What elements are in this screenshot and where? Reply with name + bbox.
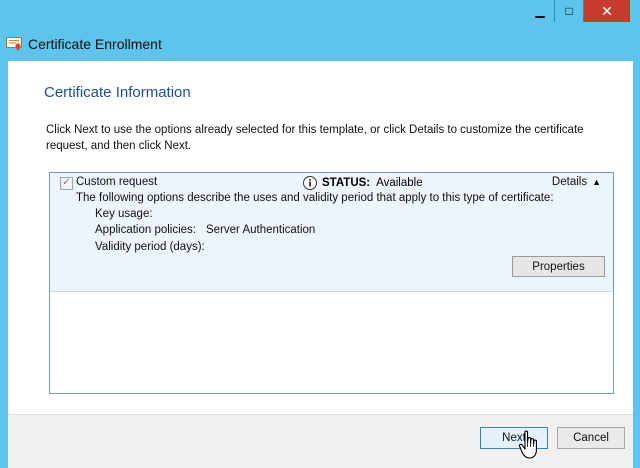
request-details-section: ✓ Custom request STATUS: Available Detai… [50,173,613,292]
window-controls: ▁ □ ✕ [526,0,630,22]
validity-period-label: Validity period (days): [95,241,205,253]
page-heading: Certificate Information [44,84,191,101]
minimize-button[interactable]: ▁ [526,0,554,22]
title-bar: ▁ □ ✕ Certificate Enrollment [0,0,640,60]
status-value: Available [376,177,423,189]
key-usage-label: Key usage: [95,208,153,220]
info-icon [303,176,317,190]
application-policies-label: Application policies: [95,224,197,236]
custom-request-checkbox[interactable]: ✓ [60,177,73,190]
details-toggle[interactable]: Details ▲ [552,176,601,188]
certificate-request-panel: ✓ Custom request STATUS: Available Detai… [49,172,614,394]
key-usage-row: Key usage: [95,208,153,220]
details-label: Details [551,176,588,188]
custom-request-label: Custom request [76,176,158,188]
status-indicator: STATUS: Available [302,175,423,191]
maximize-button[interactable]: □ [554,0,583,22]
wizard-page: Certificate Information Click Next to us… [8,61,633,414]
hand-pointer-icon [518,430,537,459]
validity-period-row: Validity period (days): [95,241,205,253]
application-policies-row: Application policies: Server Authenticati… [95,224,315,236]
status-label: STATUS: [322,177,371,189]
close-button[interactable]: ✕ [583,0,630,22]
options-description: The following options describe the uses … [76,192,554,204]
window-title: Certificate Enrollment [28,36,162,52]
intro-text: Click Next to use the options already se… [46,124,584,152]
chevron-up-icon: ▲ [592,177,601,187]
properties-button[interactable]: Properties [512,256,605,277]
cancel-button[interactable]: Cancel [557,427,625,449]
certificate-icon [6,37,22,51]
application-policies-value: Server Authentication [206,224,316,236]
